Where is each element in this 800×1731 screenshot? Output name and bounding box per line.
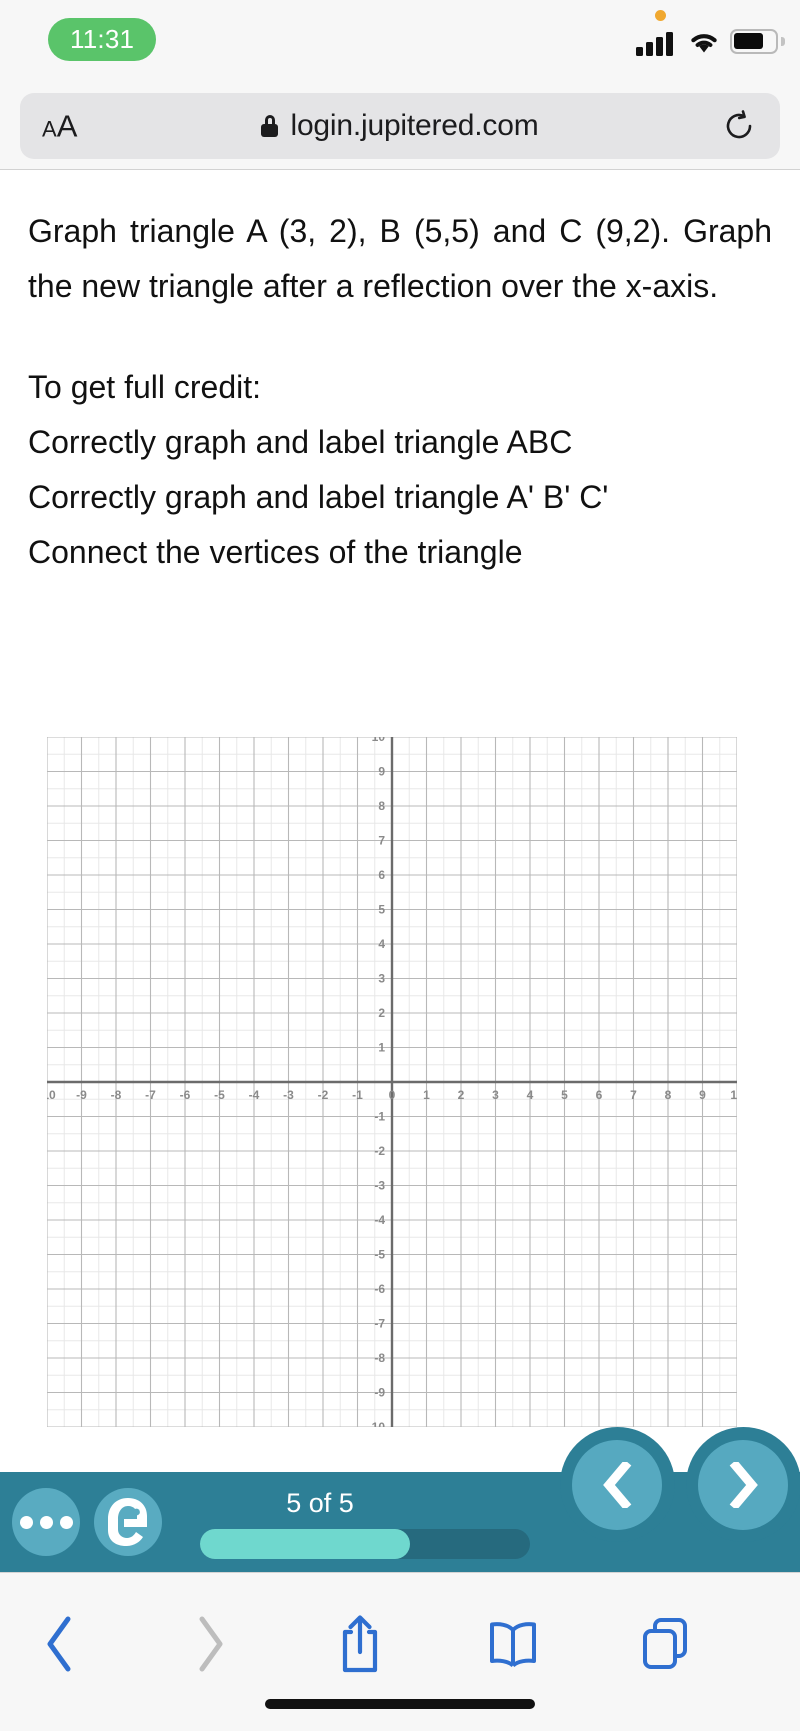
requirement-2: Correctly graph and label triangle A' B'… [28,479,609,515]
svg-text:-7: -7 [374,1317,385,1331]
cellular-signal-icon [636,30,680,56]
svg-text:2: 2 [378,1006,385,1020]
svg-text:1: 1 [378,1041,385,1055]
requirement-1: Correctly graph and label triangle ABC [28,424,573,460]
browser-url-bar-container: AA login.jupitered.com [0,82,800,170]
svg-text:3: 3 [378,972,385,986]
svg-text:-7: -7 [145,1088,156,1102]
battery-tip-icon [781,37,785,46]
coordinate-graph[interactable]: -10-9-8-7-6-5-4-3-2-1012345678910-10-9-8… [0,726,800,1427]
chevron-right-icon [729,1462,758,1508]
chevron-left-icon [603,1462,632,1508]
book-icon [490,1622,536,1668]
page-counter: 5 of 5 [0,1472,800,1517]
share-button[interactable] [315,1605,405,1683]
svg-text:1: 1 [423,1088,430,1102]
svg-text:4: 4 [378,937,385,951]
forward-button[interactable] [165,1605,255,1683]
svg-text:-2: -2 [374,1144,385,1158]
cartesian-grid[interactable]: -10-9-8-7-6-5-4-3-2-1012345678910-10-9-8… [47,737,737,1427]
svg-text:-4: -4 [374,1213,385,1227]
svg-text:-4: -4 [249,1088,260,1102]
reload-icon[interactable] [724,110,754,142]
status-bar-clock: 11:31 [48,18,157,61]
svg-text:-5: -5 [374,1248,385,1262]
credit-heading: To get full credit: [28,369,261,405]
copy-pages-icon [643,1618,687,1669]
chevron-left-icon [47,1616,71,1672]
svg-text:-8: -8 [111,1088,122,1102]
phone-screen: 11:31 AA login.jupitered.com Graph trian… [0,0,800,1731]
back-button[interactable] [15,1605,105,1683]
share-up-arrow-icon [342,1615,378,1673]
svg-text:-10: -10 [47,1088,56,1102]
svg-text:-1: -1 [374,1110,385,1124]
svg-text:9: 9 [699,1088,706,1102]
svg-text:7: 7 [378,834,385,848]
svg-text:6: 6 [596,1088,603,1102]
status-bar: 11:31 [0,0,800,82]
svg-text:8: 8 [378,799,385,813]
svg-text:-1: -1 [352,1088,363,1102]
jupiter-assignment-bar: 5 of 5 [0,1427,800,1572]
url-text: login.jupitered.com [290,109,539,142]
svg-text:-3: -3 [283,1088,294,1102]
safari-bottom-toolbar [0,1572,800,1731]
svg-text:-5: -5 [214,1088,225,1102]
recording-dot-icon [655,10,666,21]
chevron-right-icon [199,1616,223,1672]
svg-text:-6: -6 [180,1088,191,1102]
svg-text:-9: -9 [374,1386,385,1400]
svg-text:3: 3 [492,1088,499,1102]
svg-text:-10: -10 [368,1420,386,1427]
next-question-button[interactable] [698,1440,788,1530]
svg-text:9: 9 [378,765,385,779]
svg-text:10: 10 [730,1088,737,1102]
svg-text:-3: -3 [374,1179,385,1193]
battery-icon [730,29,778,54]
assignment-prompt: Graph triangle A (3, 2), B (5,5) and C (… [28,213,772,304]
lock-icon [261,115,279,137]
svg-text:-2: -2 [318,1088,329,1102]
svg-text:10: 10 [372,737,386,744]
progress-bar-track [200,1529,530,1559]
svg-text:4: 4 [527,1088,534,1102]
wifi-icon [691,34,717,53]
svg-text:-9: -9 [76,1088,87,1102]
progress-bar-fill [200,1529,410,1559]
prev-question-button[interactable] [572,1440,662,1530]
page-counter-text: 5 of 5 [286,1488,354,1518]
url-bar[interactable]: AA login.jupitered.com [20,93,780,159]
bookmarks-button[interactable] [468,1605,558,1683]
svg-text:8: 8 [665,1088,672,1102]
svg-text:-6: -6 [374,1282,385,1296]
url-display[interactable]: login.jupitered.com [20,93,780,159]
svg-text:7: 7 [630,1088,637,1102]
home-indicator [265,1699,535,1709]
page-content: Graph triangle A (3, 2), B (5,5) and C (… [0,171,800,580]
requirement-3: Connect the vertices of the triangle [28,534,523,570]
svg-text:-8: -8 [374,1351,385,1365]
svg-text:5: 5 [378,903,385,917]
tabs-button[interactable] [620,1605,710,1683]
svg-text:6: 6 [378,868,385,882]
svg-text:2: 2 [458,1088,465,1102]
svg-text:0: 0 [389,1088,396,1102]
svg-text:5: 5 [561,1088,568,1102]
